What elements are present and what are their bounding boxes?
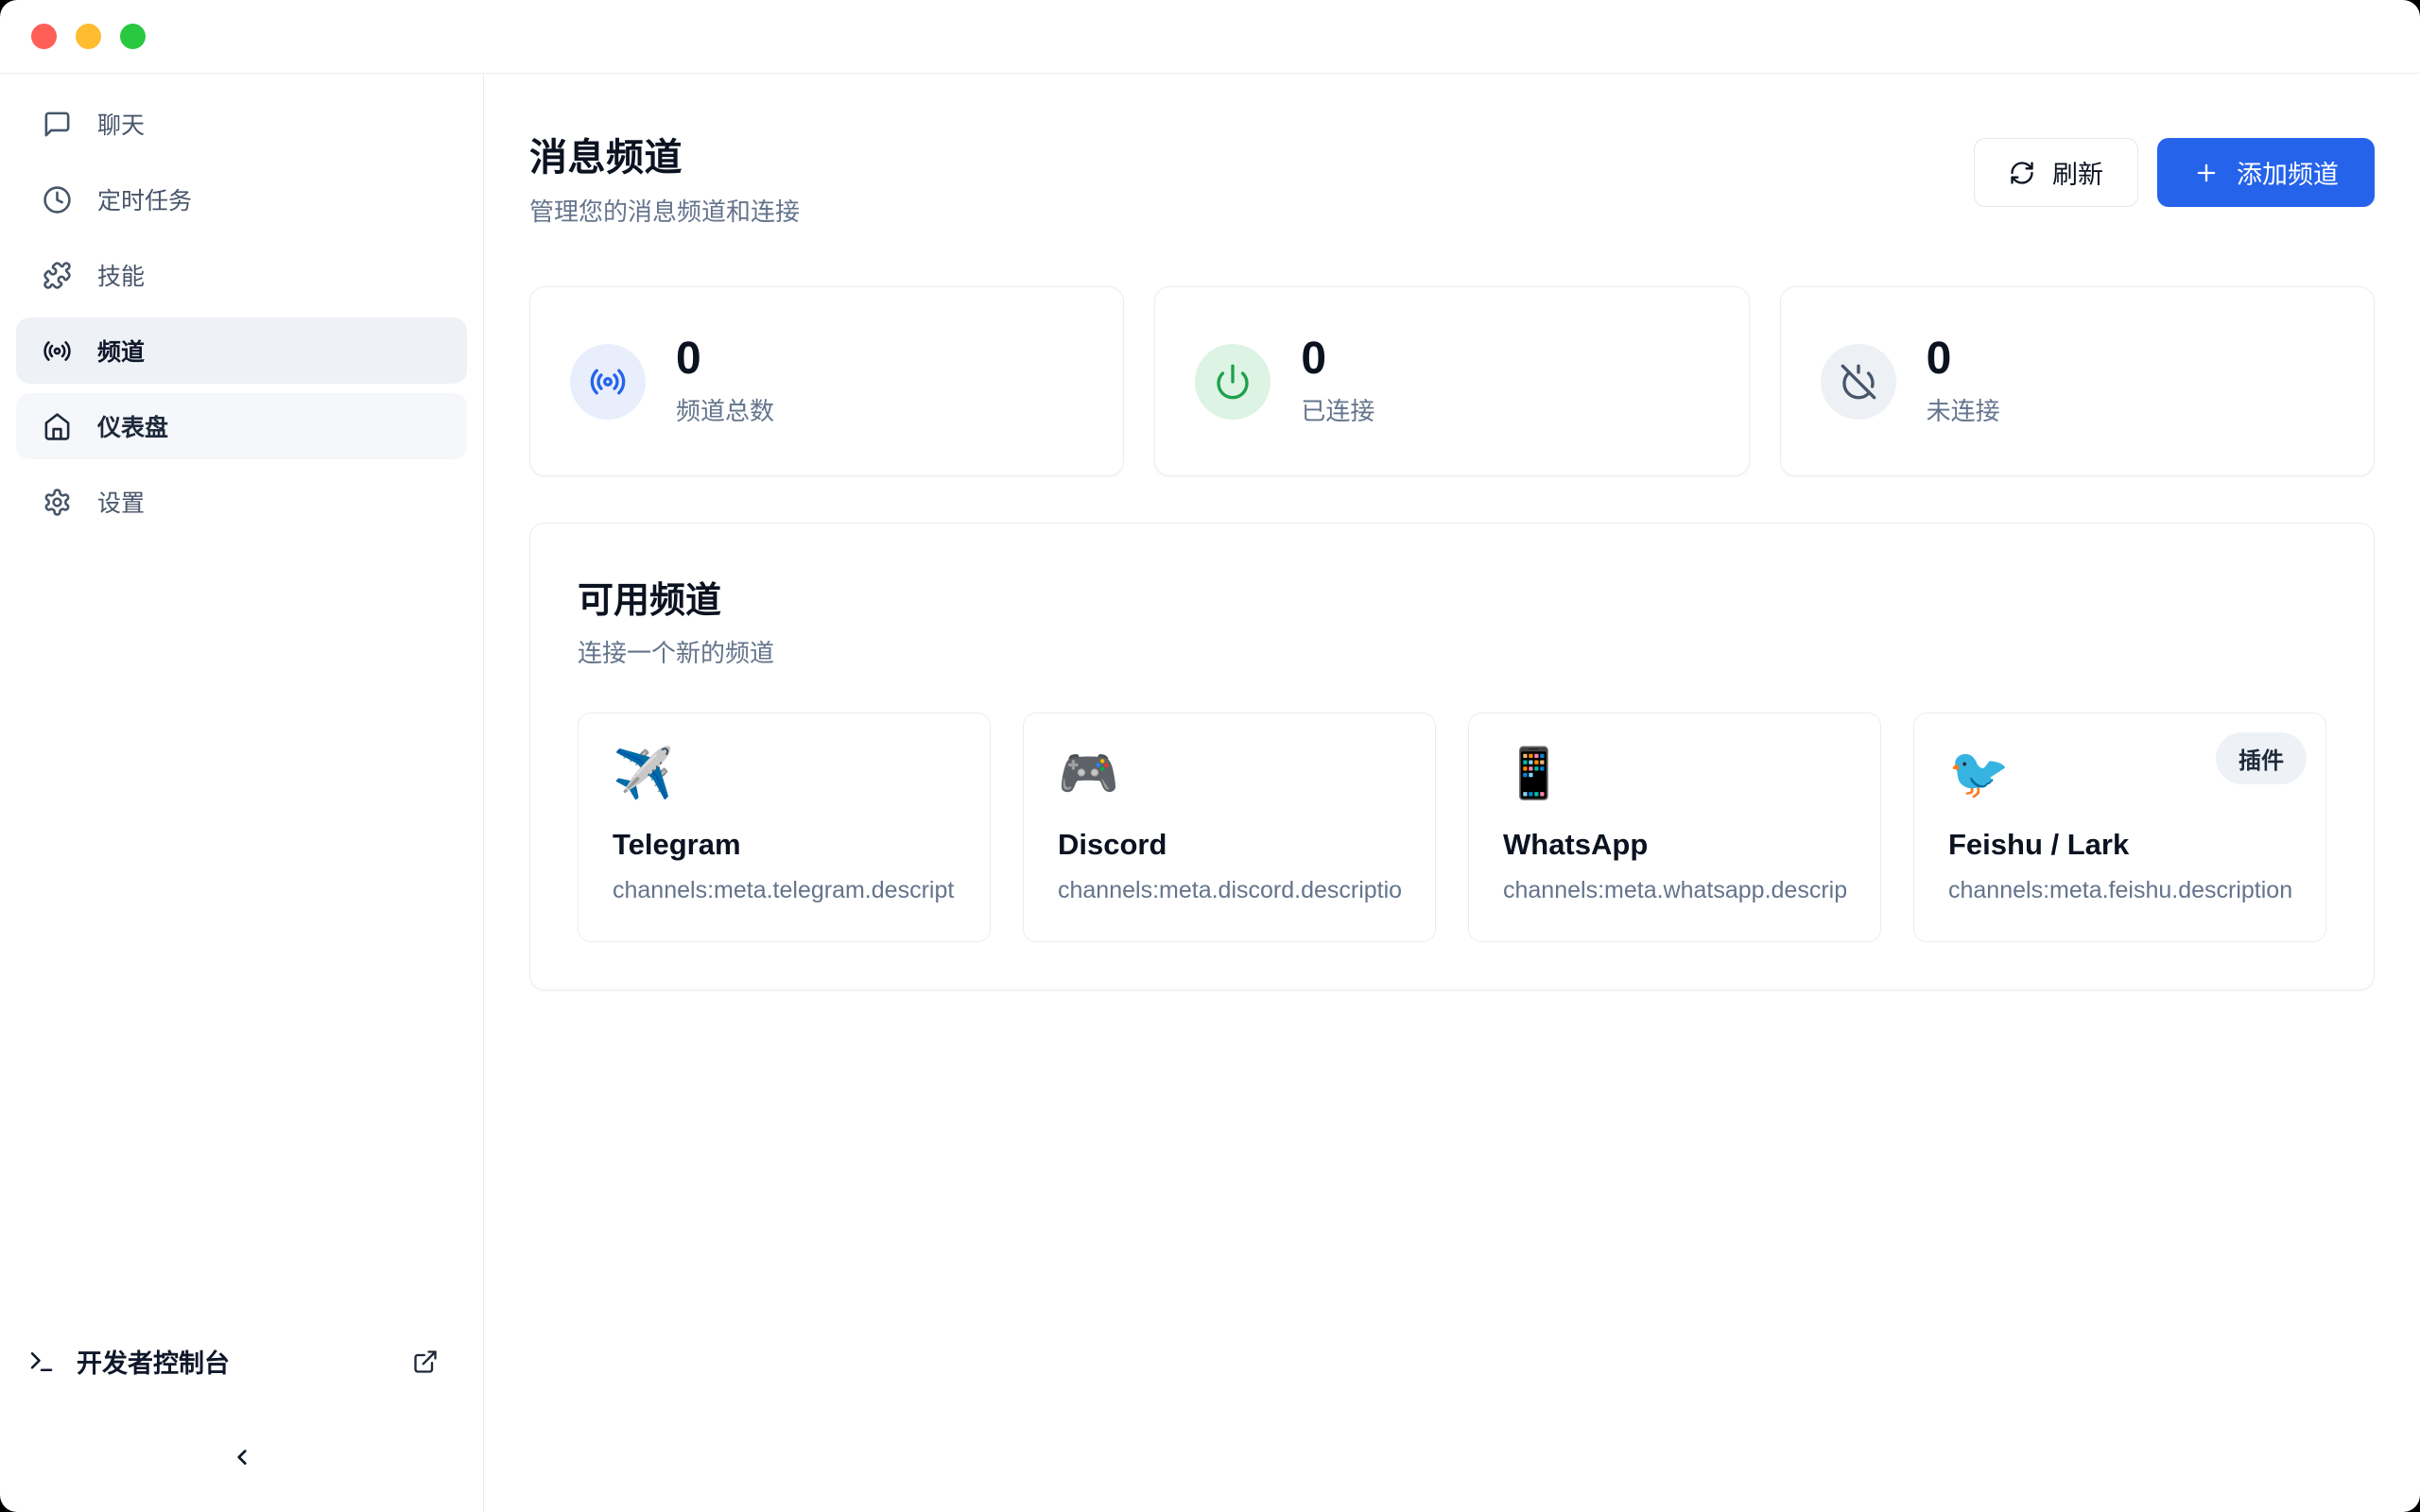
stats-row: 0 频道总数 0 已连接 bbox=[529, 286, 2375, 476]
section-subtitle: 连接一个新的频道 bbox=[578, 634, 2326, 669]
titlebar bbox=[0, 0, 2420, 74]
traffic-light-zoom-button[interactable] bbox=[120, 24, 146, 49]
channel-grid: ✈️ Telegram channels:meta.telegram.descr… bbox=[578, 713, 2326, 942]
refresh-button-label: 刷新 bbox=[2052, 154, 2103, 191]
chevron-left-icon bbox=[230, 1445, 254, 1469]
gear-icon bbox=[43, 488, 72, 517]
section-title: 可用频道 bbox=[578, 571, 2326, 623]
stat-card-total-channels: 0 频道总数 bbox=[529, 286, 1124, 476]
airplane-emoji-icon: ✈️ bbox=[613, 747, 956, 801]
channel-description: channels:meta.telegram.descript bbox=[613, 877, 956, 904]
app-window: 聊天 定时任务 技能 频道 仪表盘 设置 bbox=[0, 0, 2420, 1512]
sidebar-item-skills[interactable]: 技能 bbox=[16, 242, 467, 308]
stat-card-disconnected: 0 未连接 bbox=[1780, 286, 2375, 476]
stat-icon-wrap bbox=[570, 344, 646, 420]
stat-value: 0 bbox=[1301, 335, 1374, 383]
channel-name: WhatsApp bbox=[1503, 828, 1846, 862]
power-off-icon bbox=[1840, 363, 1877, 401]
refresh-icon bbox=[2009, 160, 2035, 186]
stat-card-connected: 0 已连接 bbox=[1154, 286, 1749, 476]
channel-description: channels:meta.feishu.description bbox=[1948, 877, 2291, 904]
puzzle-icon bbox=[43, 261, 72, 290]
power-icon bbox=[1214, 363, 1252, 401]
sidebar-item-settings[interactable]: 设置 bbox=[16, 469, 467, 535]
channel-name: Discord bbox=[1058, 828, 1401, 862]
sidebar-item-label: 技能 bbox=[97, 258, 145, 292]
channel-card-feishu[interactable]: 插件 🐦 Feishu / Lark channels:meta.feishu.… bbox=[1913, 713, 2326, 942]
sidebar-collapse-button[interactable] bbox=[223, 1438, 261, 1476]
sidebar-item-label: 设置 bbox=[97, 485, 145, 519]
channel-card-discord[interactable]: 🎮 Discord channels:meta.discord.descript… bbox=[1023, 713, 1436, 942]
sidebar-item-channels[interactable]: 频道 bbox=[16, 318, 467, 384]
stat-icon-wrap bbox=[1195, 344, 1270, 420]
sidebar-item-dashboard[interactable]: 仪表盘 bbox=[16, 393, 467, 459]
sidebar-footer: 开发者控制台 bbox=[16, 1343, 467, 1476]
stat-value: 0 bbox=[1927, 335, 2000, 383]
plus-icon bbox=[2193, 160, 2220, 186]
refresh-button[interactable]: 刷新 bbox=[1974, 138, 2138, 207]
sidebar-item-label: 定时任务 bbox=[97, 182, 192, 216]
channel-description: channels:meta.discord.descriptio bbox=[1058, 877, 1401, 904]
stat-label: 已连接 bbox=[1301, 392, 1374, 427]
channel-description: channels:meta.whatsapp.descrip bbox=[1503, 877, 1846, 904]
add-channel-button-label: 添加频道 bbox=[2237, 154, 2339, 191]
clock-icon bbox=[43, 185, 72, 215]
channel-name: Feishu / Lark bbox=[1948, 828, 2291, 862]
sidebar-item-label: 聊天 bbox=[97, 107, 145, 141]
mobile-phone-emoji-icon: 📱 bbox=[1503, 747, 1846, 801]
stat-label: 未连接 bbox=[1927, 392, 2000, 427]
page-subtitle: 管理您的消息频道和连接 bbox=[529, 193, 800, 228]
gamepad-emoji-icon: 🎮 bbox=[1058, 747, 1401, 801]
broadcast-icon bbox=[43, 336, 72, 366]
channel-card-telegram[interactable]: ✈️ Telegram channels:meta.telegram.descr… bbox=[578, 713, 991, 942]
add-channel-button[interactable]: 添加频道 bbox=[2157, 138, 2375, 207]
channel-name: Telegram bbox=[613, 828, 956, 862]
stat-icon-wrap bbox=[1821, 344, 1896, 420]
channel-card-whatsapp[interactable]: 📱 WhatsApp channels:meta.whatsapp.descri… bbox=[1468, 713, 1881, 942]
home-icon bbox=[43, 412, 72, 441]
terminal-icon bbox=[27, 1348, 56, 1376]
sidebar-item-label: 频道 bbox=[97, 334, 145, 368]
stat-value: 0 bbox=[676, 335, 774, 383]
plugin-badge: 插件 bbox=[2216, 732, 2307, 784]
sidebar-item-label: 仪表盘 bbox=[97, 409, 168, 443]
chat-bubble-icon bbox=[43, 110, 72, 139]
available-channels-section: 可用频道 连接一个新的频道 ✈️ Telegram channels:meta.… bbox=[529, 523, 2375, 990]
sidebar: 聊天 定时任务 技能 频道 仪表盘 设置 bbox=[0, 74, 484, 1512]
external-link-icon[interactable] bbox=[412, 1349, 439, 1375]
traffic-light-close-button[interactable] bbox=[31, 24, 57, 49]
stat-label: 频道总数 bbox=[676, 392, 774, 427]
page-heading: 消息频道 管理您的消息频道和连接 bbox=[529, 127, 800, 228]
traffic-light-minimize-button[interactable] bbox=[76, 24, 101, 49]
sidebar-item-chat[interactable]: 聊天 bbox=[16, 91, 467, 157]
header-actions: 刷新 添加频道 bbox=[1974, 138, 2375, 207]
main-content: 消息频道 管理您的消息频道和连接 刷新 添加频道 bbox=[484, 74, 2420, 1512]
broadcast-icon bbox=[589, 363, 627, 401]
developer-console-link[interactable]: 开发者控制台 bbox=[16, 1343, 467, 1380]
page-title: 消息频道 bbox=[529, 127, 800, 181]
sidebar-item-scheduled-tasks[interactable]: 定时任务 bbox=[16, 166, 467, 232]
developer-console-label: 开发者控制台 bbox=[77, 1343, 230, 1380]
